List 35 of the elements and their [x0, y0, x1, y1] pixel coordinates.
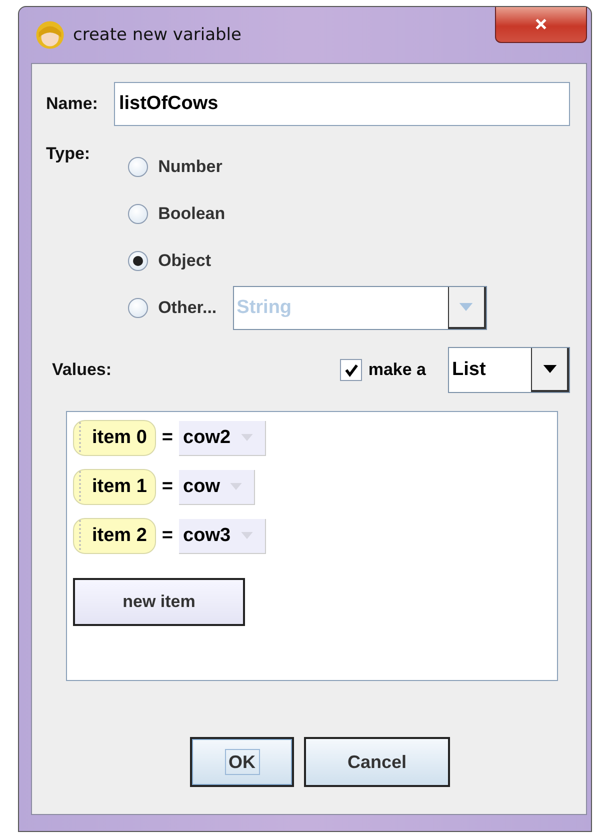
equals-sign: =	[162, 525, 174, 547]
equals-sign: =	[162, 427, 174, 449]
equals-sign: =	[162, 476, 174, 498]
item-value-dropdown[interactable]: cow2	[179, 420, 266, 456]
type-label: Type:	[46, 144, 90, 165]
list-type-combo[interactable]: List	[448, 347, 570, 393]
dropdown-arrow-icon	[240, 532, 253, 539]
radio-button[interactable]	[128, 204, 148, 224]
radio-label: Number	[158, 157, 222, 177]
cancel-button[interactable]: Cancel	[304, 737, 450, 787]
window-title: create new variable	[73, 25, 242, 45]
values-label: Values:	[52, 360, 112, 380]
dropdown-arrow-icon	[240, 434, 253, 441]
radio-button[interactable]	[128, 251, 148, 271]
name-field[interactable]: listOfCows	[114, 82, 570, 126]
new-item-button[interactable]: new item	[73, 578, 245, 626]
radio-label: Boolean	[158, 204, 226, 224]
dropdown-arrow-icon	[230, 483, 242, 490]
checkbox[interactable]	[340, 359, 362, 381]
radio-button[interactable]	[128, 298, 148, 318]
make-a-label: make a	[368, 360, 426, 380]
item-value-dropdown[interactable]: cow	[179, 470, 255, 504]
radio-button[interactable]	[128, 157, 148, 177]
radio-label: Other...	[158, 298, 217, 318]
item-value-dropdown[interactable]: cow3	[179, 518, 266, 554]
radio-label: Object	[158, 251, 211, 271]
item-name-block[interactable]: item 2	[73, 518, 156, 554]
item-name-block[interactable]: item 0	[73, 420, 156, 456]
girl-avatar-icon	[35, 20, 65, 50]
name-label: Name:	[46, 94, 98, 114]
close-icon	[533, 18, 549, 32]
close-button[interactable]	[495, 7, 587, 43]
item-name-block[interactable]: item 1	[73, 469, 156, 505]
ok-button[interactable]: OK	[190, 737, 294, 787]
checkmark-icon	[344, 363, 358, 377]
